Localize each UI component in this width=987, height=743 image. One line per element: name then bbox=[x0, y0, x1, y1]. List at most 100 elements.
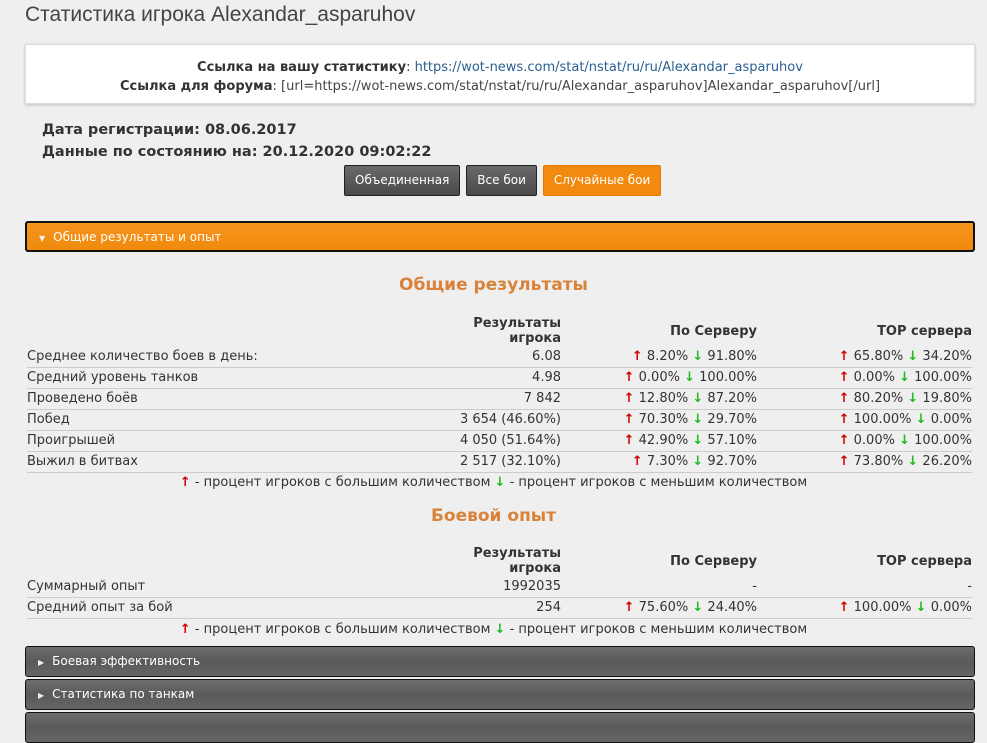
percent-higher: 100.00% bbox=[853, 600, 912, 615]
legend: ↑ - процент игроков с большим количество… bbox=[0, 475, 987, 490]
server-cell: ↑ 0.00% ↓ 100.00% bbox=[561, 367, 757, 389]
accordion-battle-efficiency[interactable]: ▶ Боевая эффективность bbox=[25, 646, 975, 677]
chevron-right-icon: ▶ bbox=[38, 691, 45, 700]
top-cell: ↑ 0.00% ↓ 100.00% bbox=[757, 367, 972, 389]
table-row: Побед 3 654 (46.60%) ↑ 70.30% ↓ 29.70% ↑ 10… bbox=[27, 409, 972, 431]
percent-lower: 24.40% bbox=[707, 600, 757, 615]
top-cell: ↑ 65.80% ↓ 34.20% bbox=[757, 346, 972, 368]
arrow-down-icon: ↓ bbox=[915, 600, 927, 615]
arrow-down-icon: ↓ bbox=[692, 433, 704, 448]
player-value: 4 050 (51.64%) bbox=[420, 430, 561, 452]
percent-lower: 100.00% bbox=[914, 433, 972, 448]
col-top: TOP сервера bbox=[877, 323, 972, 339]
arrow-up-icon: ↑ bbox=[631, 454, 643, 469]
random-battles-button[interactable]: Случайные бои bbox=[542, 165, 662, 196]
percent-higher: 0.00% bbox=[638, 370, 680, 385]
legend-down-text: - процент игроков с меньшим количеством bbox=[505, 475, 808, 490]
row-label: Проигрышей bbox=[27, 430, 420, 452]
col-player: Результаты игрока bbox=[473, 316, 561, 346]
percent-higher: 75.60% bbox=[638, 600, 689, 615]
forum-link-label: Ссылка для форума bbox=[119, 79, 273, 94]
percent-lower: 0.00% bbox=[930, 600, 972, 615]
row-label: Проведено боёв bbox=[27, 388, 420, 410]
arrow-down-icon: ↓ bbox=[899, 370, 911, 385]
arrow-up-icon: ↑ bbox=[838, 370, 850, 385]
percent-lower: 34.20% bbox=[922, 348, 972, 364]
arrow-down-icon: ↓ bbox=[692, 412, 704, 427]
top-cell: ↑ 100.00% ↓ 0.00% bbox=[757, 597, 972, 619]
accordion-tank-stats[interactable]: ▶ Статистика по танкам bbox=[25, 679, 975, 710]
percent-lower: 26.20% bbox=[922, 454, 972, 469]
data-updated: Данные по состоянию на: 20.12.2020 09:02… bbox=[42, 144, 432, 160]
percent-lower: 100.00% bbox=[914, 370, 972, 385]
percent-higher: 80.20% bbox=[853, 391, 904, 406]
percent-higher: 8.20% bbox=[646, 348, 689, 364]
arrow-up-icon: ↑ bbox=[838, 391, 850, 406]
percent-lower: 92.70% bbox=[707, 454, 757, 469]
arrow-up-icon: ↑ bbox=[623, 412, 635, 427]
chevron-down-icon: ▼ bbox=[39, 234, 46, 243]
server-cell: ↑ 12.80% ↓ 87.20% bbox=[561, 388, 757, 410]
player-value: 7 842 bbox=[420, 388, 561, 410]
registration-date: Дата регистрации: 08.06.2017 bbox=[42, 122, 297, 138]
percent-higher: 12.80% bbox=[638, 391, 689, 406]
accordion-more[interactable] bbox=[25, 712, 975, 743]
top-cell: ↑ 100.00% ↓ 0.00% bbox=[757, 409, 972, 431]
arrow-up-icon: ↑ bbox=[623, 391, 635, 406]
server-cell: ↑ 7.30% ↓ 92.70% bbox=[561, 451, 757, 473]
arrow-up-icon: ↑ bbox=[623, 600, 635, 615]
stat-link-label: Ссылка на вашу статистику bbox=[197, 60, 407, 75]
server-cell: ↑ 8.20% ↓ 91.80% bbox=[561, 346, 757, 368]
mode-buttons: Объединенная Все бои Случайные бои bbox=[344, 165, 662, 196]
player-value: 254 bbox=[420, 597, 561, 619]
row-label: Побед bbox=[27, 409, 420, 431]
percent-lower: 100.00% bbox=[699, 370, 757, 385]
player-value: 2 517 (32.10%) bbox=[420, 451, 561, 473]
arrow-up-icon: ↑ bbox=[631, 348, 643, 364]
arrow-up-icon: ↑ bbox=[838, 348, 850, 364]
accordion-label: Боевая эффективность bbox=[52, 654, 201, 668]
table-row: Суммарный опыт 1992035 - - bbox=[27, 576, 972, 598]
arrow-down-icon: ↓ bbox=[899, 433, 911, 448]
arrow-down-icon: ↓ bbox=[692, 600, 704, 615]
arrow-up-icon: ↑ bbox=[623, 433, 635, 448]
col-top: TOP сервера bbox=[877, 553, 972, 569]
combined-button[interactable]: Объединенная bbox=[344, 165, 461, 196]
percent-lower: 19.80% bbox=[922, 391, 972, 406]
percent-lower: 0.00% bbox=[930, 412, 972, 427]
percent-higher: 7.30% bbox=[646, 454, 689, 469]
section-title-general: Общие результаты bbox=[399, 275, 588, 295]
accordion-general-results[interactable]: ▼ Общие результаты и опыт bbox=[25, 221, 975, 252]
stat-link[interactable]: https://wot-news.com/stat/nstat/ru/ru/Al… bbox=[415, 60, 803, 75]
general-results-table: Результаты игрока По Серверу TOP сервера С… bbox=[27, 316, 972, 473]
arrow-down-icon: ↓ bbox=[494, 622, 506, 637]
percent-higher: 42.90% bbox=[638, 433, 689, 448]
arrow-up-icon: ↑ bbox=[838, 412, 850, 427]
player-value: 4.98 bbox=[420, 367, 561, 389]
top-cell: ↑ 73.80% ↓ 26.20% bbox=[757, 451, 972, 473]
accordion-label: Статистика по танкам bbox=[52, 687, 195, 701]
percent-higher: 0.00% bbox=[853, 433, 895, 448]
legend-down-text: - процент игроков с меньшим количеством bbox=[505, 622, 808, 637]
percent-higher: 73.80% bbox=[853, 454, 904, 469]
col-server: По Серверу bbox=[670, 553, 757, 569]
arrow-down-icon: ↓ bbox=[915, 412, 927, 427]
top-value: - bbox=[967, 578, 972, 594]
arrow-up-icon: ↑ bbox=[838, 433, 850, 448]
arrow-up-icon: ↑ bbox=[838, 454, 850, 469]
legend-up-text: - процент игроков с большим количеством bbox=[190, 475, 495, 490]
legend: ↑ - процент игроков с большим количество… bbox=[0, 622, 987, 637]
percent-higher: 0.00% bbox=[853, 370, 895, 385]
top-cell: - bbox=[757, 576, 972, 598]
arrow-up-icon: ↑ bbox=[179, 622, 191, 637]
arrow-down-icon: ↓ bbox=[907, 391, 919, 406]
forum-code[interactable]: [url=https://wot-news.com/stat/nstat/ru/… bbox=[281, 79, 880, 94]
page-title: Статистика игрока Alexandar_asparuhov bbox=[25, 3, 416, 26]
row-label: Среднее количество боев в день: bbox=[27, 346, 420, 368]
percent-higher: 65.80% bbox=[853, 348, 904, 364]
all-battles-button[interactable]: Все бои bbox=[466, 165, 537, 196]
arrow-down-icon: ↓ bbox=[907, 348, 919, 364]
percent-lower: 91.80% bbox=[707, 348, 757, 364]
experience-table: Результаты игрока По Серверу TOP сервера С… bbox=[27, 546, 972, 619]
player-value: 3 654 (46.60%) bbox=[420, 409, 561, 431]
